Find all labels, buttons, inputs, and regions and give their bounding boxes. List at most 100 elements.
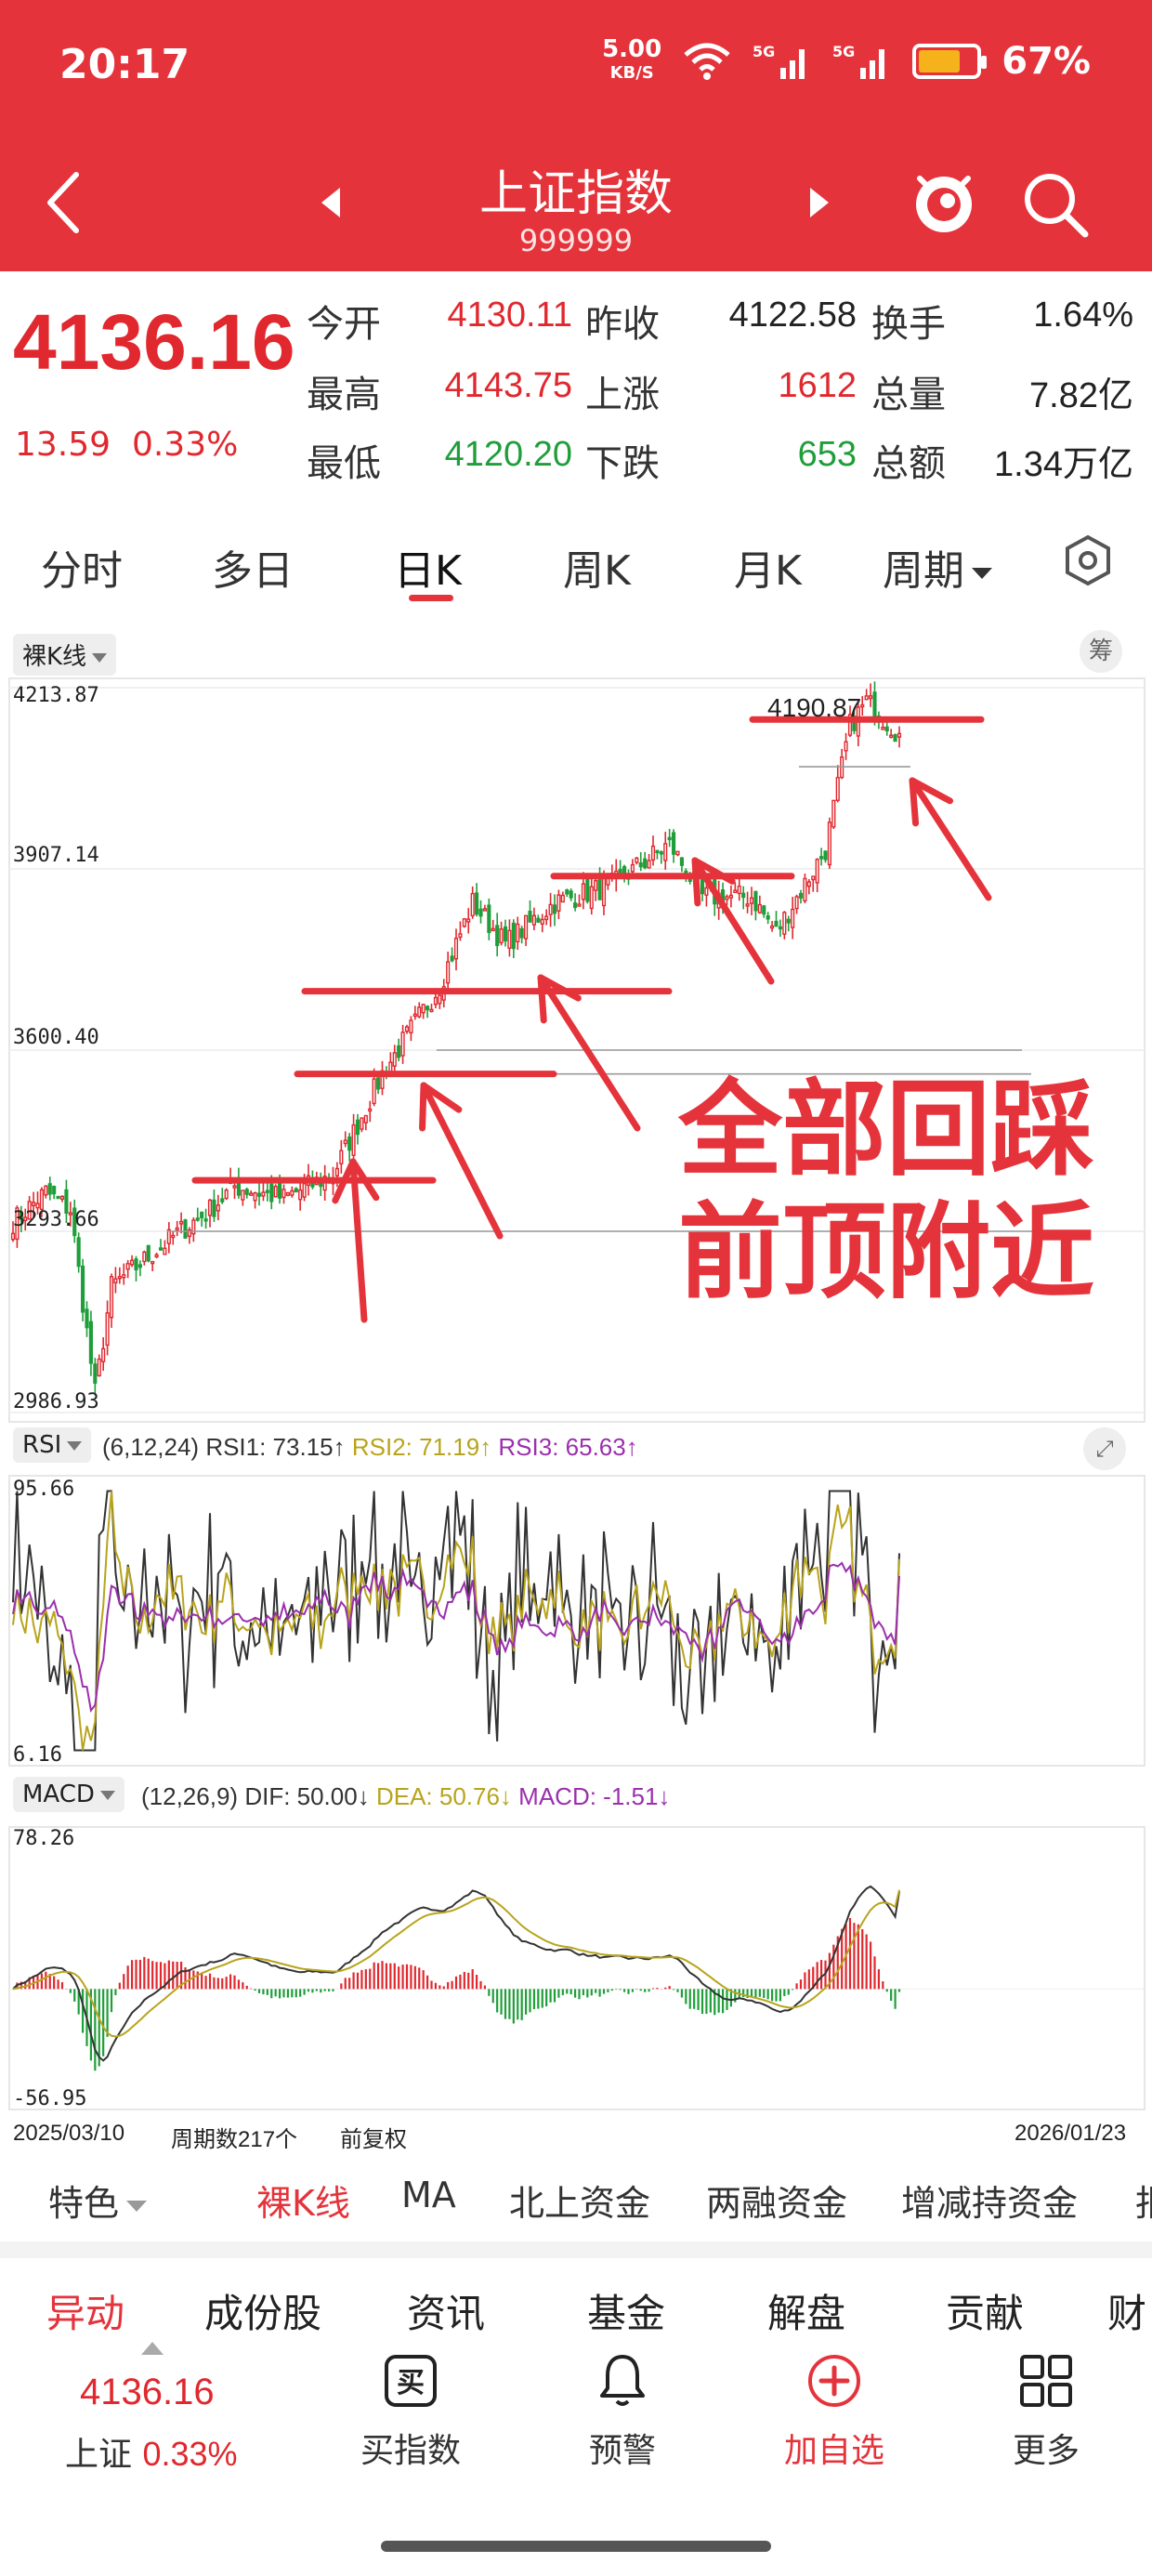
rsi1-value: RSI1: 73.15↑: [205, 1433, 346, 1461]
search-icon[interactable]: [1018, 167, 1093, 242]
candle-body: [552, 904, 557, 914]
more-button[interactable]: 更多: [953, 2351, 1139, 2472]
prev-icon[interactable]: [321, 188, 340, 217]
candle-body: [618, 868, 622, 874]
expand-icon[interactable]: ⤢: [1083, 1427, 1126, 1470]
candle-body: [253, 1192, 257, 1202]
alert-label: 预警: [588, 2432, 656, 2470]
macd-selector[interactable]: MACD: [13, 1777, 124, 1812]
candle-body: [261, 1191, 266, 1197]
candle-body: [672, 832, 676, 855]
battery-fill: [919, 50, 961, 72]
kline-chart[interactable]: 裸K线 筹 4213.87 3907.14 3600.40 3293.66 29…: [0, 613, 1152, 2152]
candle-body: [782, 912, 787, 935]
candle-body: [183, 1219, 188, 1239]
candle-body: [203, 1218, 208, 1222]
page-title: 上证指数: [478, 166, 673, 222]
candle-body: [487, 904, 491, 933]
settings-hexagon-icon[interactable]: [1061, 533, 1115, 587]
status-time: 20:17: [59, 41, 190, 88]
candle-body: [577, 903, 582, 907]
home-indicator[interactable]: [381, 2541, 771, 2552]
buy-icon-glyph: 买: [397, 2367, 425, 2399]
chip-button[interactable]: 筹: [1080, 630, 1122, 673]
candle-body: [663, 843, 668, 861]
candle-body: [244, 1189, 249, 1195]
peak-label: 4190.87: [767, 693, 862, 722]
indicator-tab[interactable]: 两融资金: [706, 2175, 847, 2226]
chevron-down-icon: [972, 568, 992, 579]
period-tab[interactable]: 多日: [212, 537, 294, 597]
dea-value: DEA: 50.76↓: [375, 1782, 512, 1810]
annotation-arrow: [420, 1082, 504, 1240]
indicator-tab[interactable]: 北上资金: [509, 2175, 650, 2226]
candle-body: [511, 922, 516, 950]
candle-body: [757, 903, 762, 913]
rsi-selector[interactable]: RSI: [13, 1427, 92, 1463]
chart-canvas[interactable]: [0, 613, 1152, 2147]
bottom-tab[interactable]: 成份股: [204, 2282, 321, 2339]
candle-body: [39, 1189, 44, 1211]
bottom-tab[interactable]: 资讯: [407, 2282, 485, 2339]
indicator-tab[interactable]: 报: [1135, 2175, 1152, 2226]
indicator-tab[interactable]: 裸K线: [256, 2175, 350, 2226]
battery-icon: [912, 44, 988, 79]
candle-body: [725, 896, 729, 900]
indicator-tab[interactable]: 特色: [48, 2175, 148, 2226]
candle-body: [453, 937, 459, 960]
buy-icon: 买: [385, 2355, 437, 2407]
candle-body: [163, 1247, 167, 1255]
annotation-arrow: [537, 974, 641, 1132]
indicator-tab[interactable]: MA: [401, 2175, 456, 2215]
plus-circle-icon: [808, 2355, 860, 2407]
annotation-arrowhead: [537, 974, 547, 1024]
candle-body: [741, 892, 746, 899]
back-icon[interactable]: [37, 165, 93, 240]
candle-body: [778, 926, 782, 930]
candle-body: [35, 1203, 40, 1209]
adjust-mode: 前复权: [340, 2127, 407, 2152]
period-tab[interactable]: 周期: [883, 537, 992, 597]
date-end: 2026/01/23: [1015, 2121, 1127, 2146]
indicator-tab[interactable]: 增减持资金: [901, 2175, 1078, 2226]
change-value: 13.59: [15, 426, 111, 464]
bottom-tab[interactable]: 财: [1107, 2282, 1146, 2339]
bottom-tab[interactable]: 基金: [587, 2282, 665, 2339]
candle-body: [835, 777, 840, 801]
candle-body: [269, 1183, 274, 1203]
bottom-tab[interactable]: 解盘: [767, 2282, 845, 2339]
stat-label: 下跌: [585, 442, 660, 485]
candle-body: [556, 894, 561, 912]
macd-params: (12,26,9): [141, 1782, 239, 1810]
candle-body: [581, 883, 585, 900]
bottom-tab[interactable]: 贡献: [946, 2282, 1024, 2339]
indicator-tab-label: MA: [401, 2175, 456, 2215]
candle-body: [791, 908, 795, 928]
candle-body: [470, 892, 475, 917]
mascot-icon[interactable]: [907, 164, 981, 238]
period-tab[interactable]: 日K: [394, 537, 462, 597]
bottom-tab[interactable]: 异动: [46, 2282, 124, 2339]
period-tab[interactable]: 周K: [563, 537, 631, 597]
alert-button[interactable]: 预警: [530, 2351, 715, 2472]
candle-body: [733, 889, 738, 894]
candle-body: [881, 726, 885, 730]
next-icon[interactable]: [810, 188, 829, 217]
candle-body: [466, 918, 471, 923]
add-watchlist-button[interactable]: 加自选: [741, 2351, 927, 2472]
period-tab[interactable]: 分时: [41, 537, 123, 597]
chart-mode-selector[interactable]: 裸K线: [13, 634, 117, 676]
candle-body: [794, 896, 799, 910]
chevron-down-icon: [126, 2200, 148, 2212]
candle-body: [897, 732, 902, 738]
candle-body: [889, 734, 894, 738]
period-tab-label: 日K: [394, 547, 462, 595]
period-tab[interactable]: 月K: [734, 537, 802, 597]
rsi-y-max: 95.66: [13, 1478, 75, 1501]
candle-body: [433, 996, 438, 1005]
stat-label: 最高: [307, 374, 381, 416]
buy-index-button[interactable]: 买 买指数: [318, 2351, 504, 2472]
candle-body: [273, 1186, 278, 1198]
candle-body: [667, 836, 672, 841]
rsi2-line: [12, 1491, 900, 1751]
